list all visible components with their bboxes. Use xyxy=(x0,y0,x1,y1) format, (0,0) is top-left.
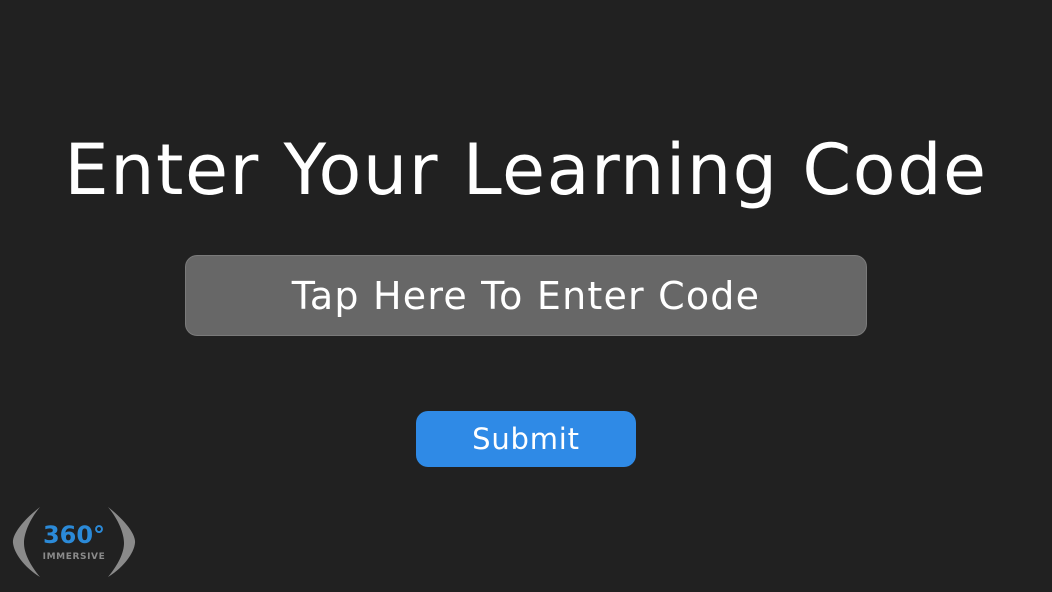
code-entry-screen: Enter Your Learning Code Tap Here To Ent… xyxy=(0,0,1052,592)
submit-button[interactable]: Submit xyxy=(416,411,636,467)
logo-number: 360° xyxy=(43,521,105,549)
logo-right-arc xyxy=(108,507,136,577)
logo-left-arc xyxy=(12,507,40,577)
page-title: Enter Your Learning Code xyxy=(64,129,988,211)
submit-button-label: Submit xyxy=(472,422,580,456)
logo-text: IMMERSIVE xyxy=(43,552,106,562)
code-field-placeholder: Tap Here To Enter Code xyxy=(291,273,761,318)
learning-code-input[interactable]: Tap Here To Enter Code xyxy=(185,255,867,336)
brand-logo: 360° IMMERSIVE xyxy=(10,503,138,581)
logo-graphic: 360° IMMERSIVE xyxy=(12,507,136,577)
